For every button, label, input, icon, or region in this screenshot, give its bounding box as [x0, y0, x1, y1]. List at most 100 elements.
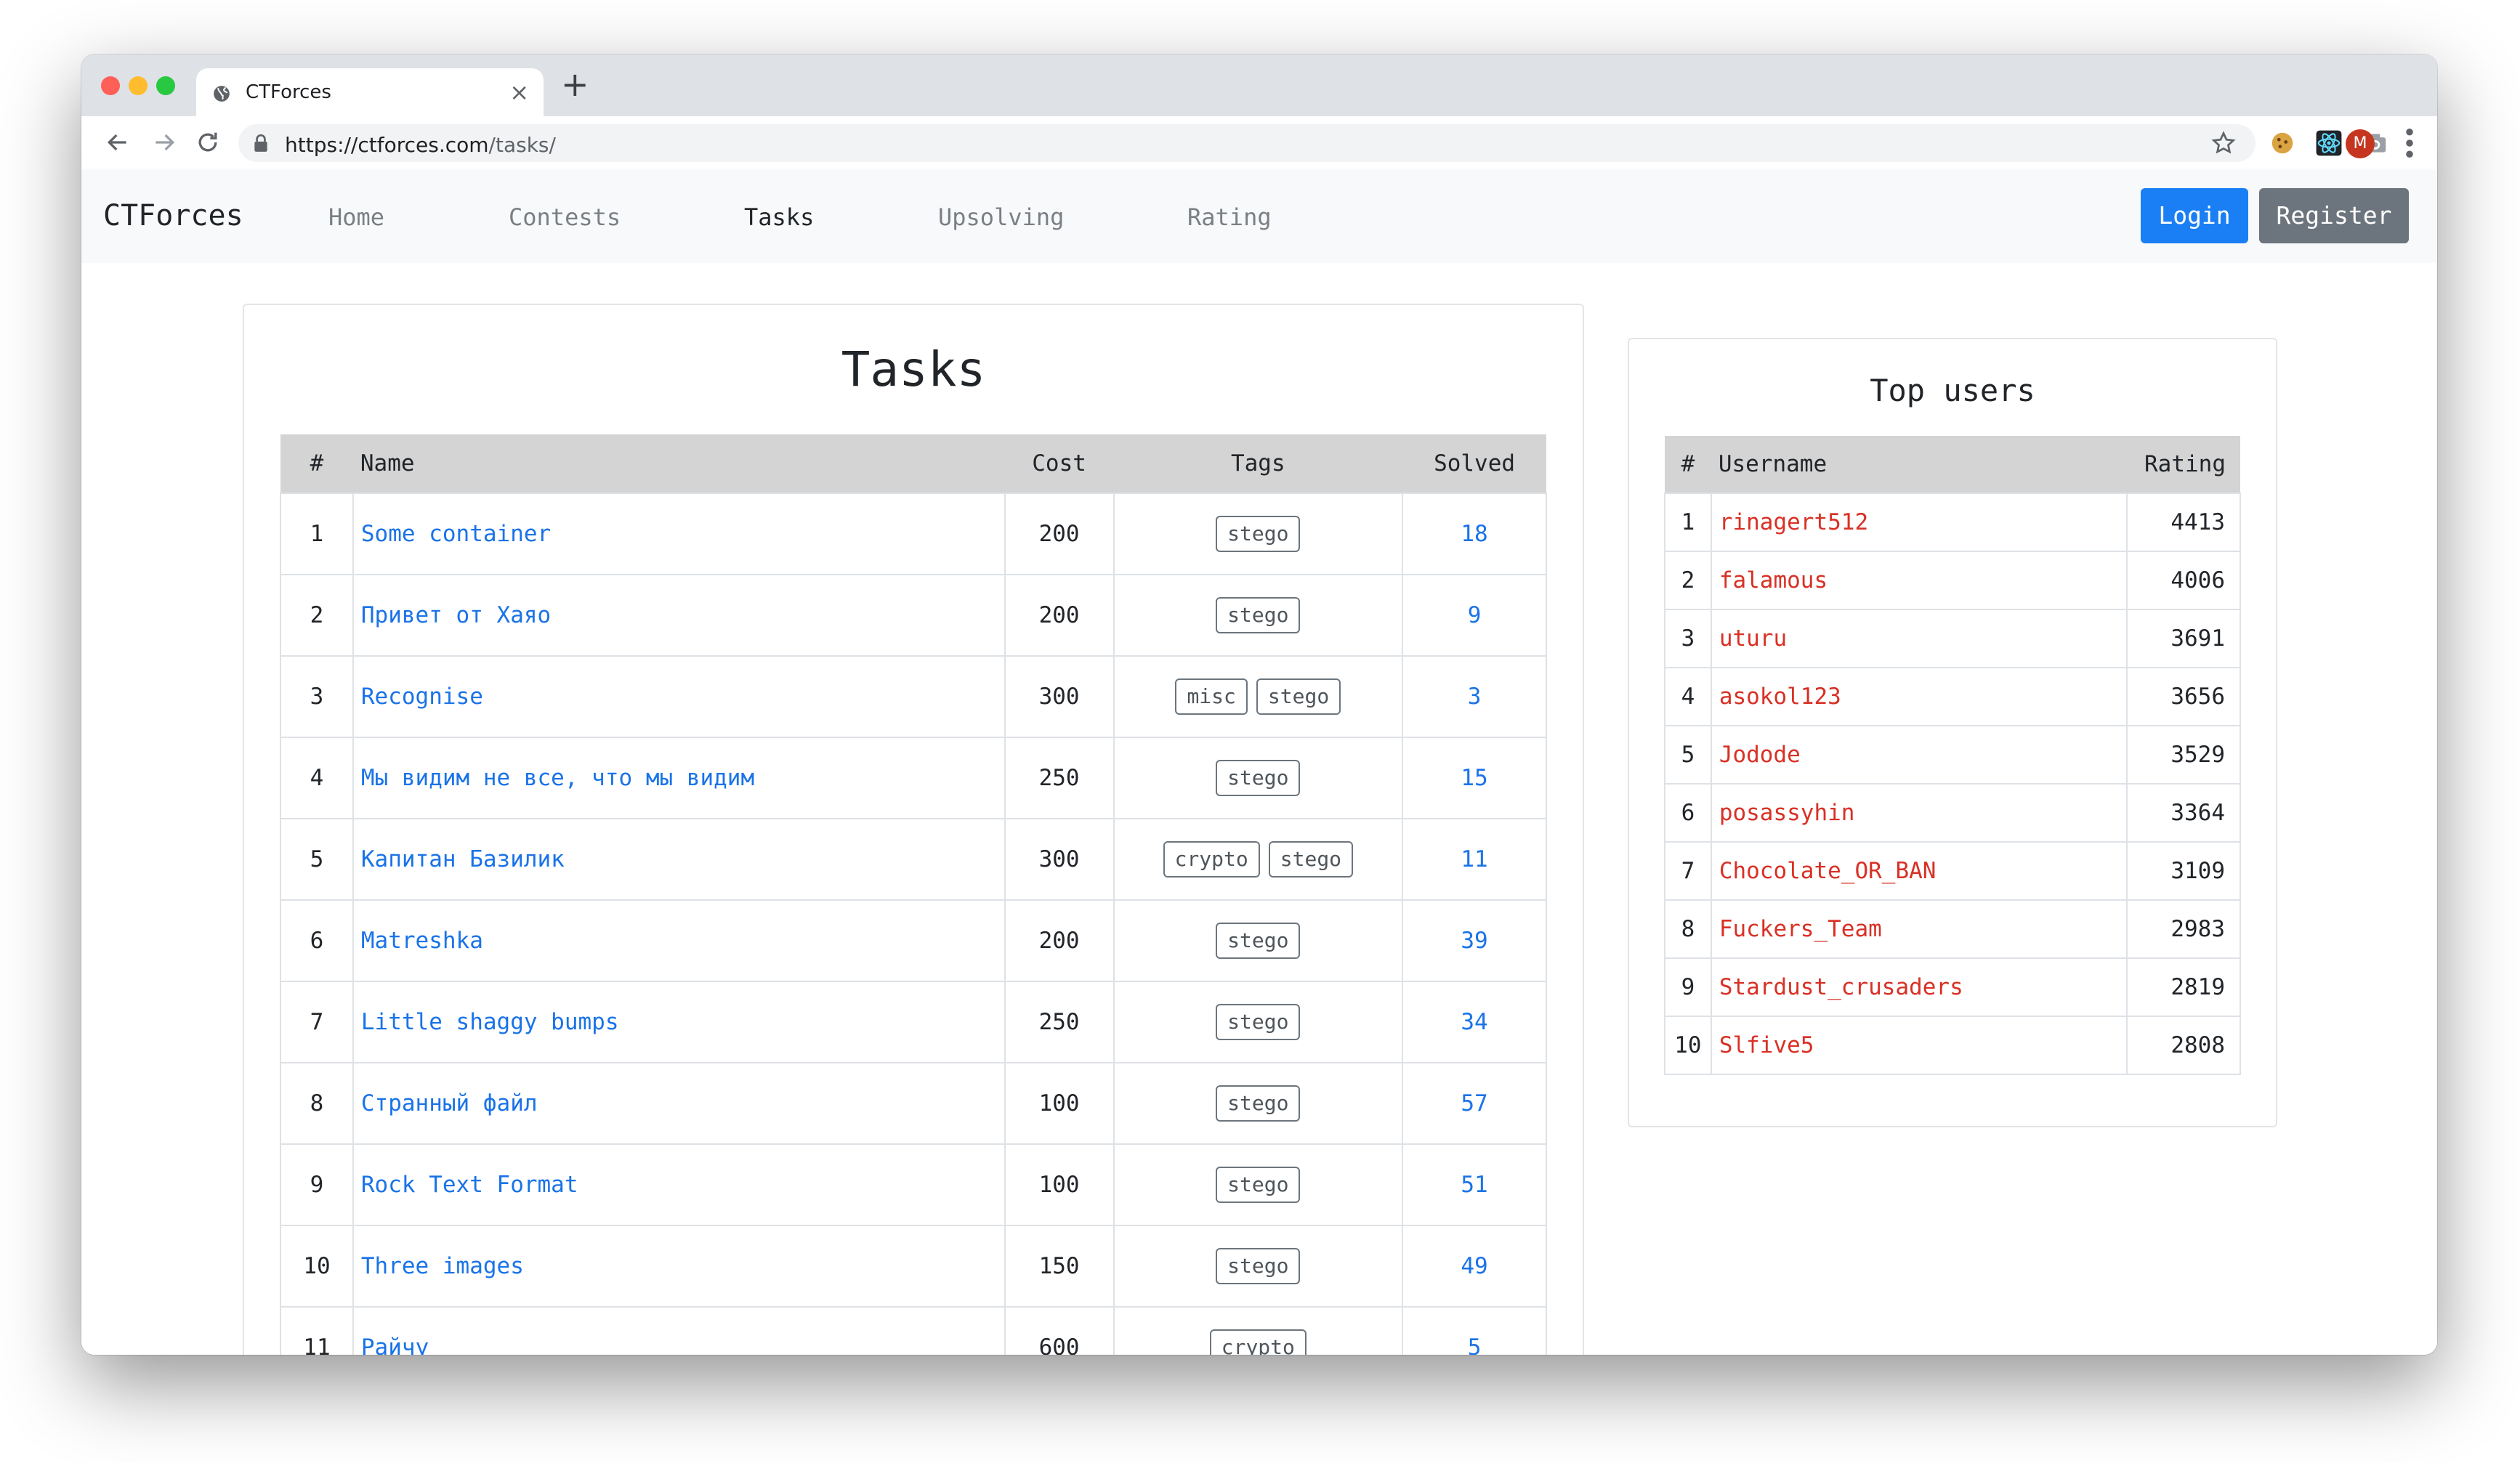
- task-link[interactable]: Recognise: [361, 684, 483, 710]
- cookie-extension-icon[interactable]: [2269, 129, 2296, 157]
- task-link[interactable]: Райчу: [361, 1334, 429, 1355]
- task-cost: 250: [1003, 981, 1115, 1063]
- task-solved-link[interactable]: 51: [1461, 1172, 1487, 1198]
- address-bar[interactable]: https://ctforces.com/tasks/: [238, 124, 2256, 162]
- task-solved-link[interactable]: 57: [1461, 1090, 1487, 1116]
- tag-badge[interactable]: crypto: [1209, 1329, 1307, 1355]
- tag-badge[interactable]: stego: [1216, 1004, 1301, 1040]
- task-link[interactable]: Matreshka: [361, 928, 483, 954]
- user-rating: 3691: [2126, 609, 2241, 668]
- task-link[interactable]: Rock Text Format: [361, 1172, 578, 1198]
- task-link[interactable]: Капитан Базилик: [361, 846, 565, 872]
- tag-badge[interactable]: stego: [1216, 597, 1301, 633]
- back-button[interactable]: [103, 128, 132, 157]
- task-cost: 300: [1003, 818, 1115, 901]
- user-link[interactable]: uturu: [1719, 625, 1787, 652]
- task-link[interactable]: Мы видим не все, что мы видим: [361, 765, 754, 791]
- user-rank: 5: [1664, 725, 1712, 785]
- username-cell: Fuckers_Team: [1710, 899, 2128, 959]
- task-cost: 150: [1003, 1225, 1115, 1308]
- task-solved-link[interactable]: 39: [1461, 928, 1487, 954]
- user-link[interactable]: posassyhin: [1719, 800, 1855, 826]
- tag-badge[interactable]: stego: [1216, 760, 1301, 796]
- user-rank: 3: [1664, 609, 1712, 668]
- url-host: https://ctforces.com: [285, 133, 489, 157]
- users-header-row: # Username Rating: [1665, 436, 2240, 493]
- top-users-table: # Username Rating 1 rinagert512 4413 2 falam…: [1664, 436, 2241, 1075]
- tag-badge[interactable]: stego: [1256, 678, 1341, 715]
- table-row: 11 Райчу 600 crypto 5: [280, 1306, 1547, 1355]
- user-link[interactable]: Jodode: [1719, 742, 1801, 768]
- username-cell: Chocolate_OR_BAN: [1710, 841, 2128, 901]
- task-cost: 200: [1003, 899, 1115, 982]
- new-tab-button[interactable]: +: [561, 65, 589, 103]
- table-row: 10 Three images 150 stego 49: [280, 1225, 1547, 1308]
- table-row: 2 Привет от Хаяо 200 stego 9: [280, 574, 1547, 657]
- browser-tab[interactable]: CTForces ×: [196, 68, 544, 116]
- bookmark-star-icon[interactable]: [2210, 130, 2237, 156]
- profile-avatar[interactable]: M: [2346, 129, 2375, 158]
- username-cell: Stardust_crusaders: [1710, 957, 2128, 1017]
- browser-window: CTForces × + https://ctforces.com/tasks/…: [81, 54, 2437, 1355]
- user-link[interactable]: asokol123: [1719, 684, 1841, 710]
- tag-badge[interactable]: stego: [1216, 516, 1301, 552]
- nav-contests[interactable]: Contests: [509, 203, 621, 231]
- site-brand[interactable]: CTForces: [103, 199, 243, 232]
- user-rank: 8: [1664, 899, 1712, 959]
- tag-badge[interactable]: stego: [1216, 923, 1301, 959]
- user-link[interactable]: Slfive5: [1719, 1032, 1814, 1058]
- user-link[interactable]: falamous: [1719, 567, 1828, 593]
- nav-home[interactable]: Home: [328, 203, 384, 231]
- user-link[interactable]: rinagert512: [1719, 509, 1868, 535]
- user-rating: 2983: [2126, 899, 2241, 959]
- task-number: 6: [280, 899, 354, 982]
- tasks-header-row: # Name Cost Tags Solved: [280, 434, 1546, 493]
- task-solved-link[interactable]: 34: [1461, 1009, 1487, 1035]
- task-tags-cell: misc stego: [1112, 655, 1404, 738]
- nav-upsolving[interactable]: Upsolving: [938, 203, 1064, 231]
- task-solved-link[interactable]: 11: [1461, 846, 1487, 872]
- task-name-cell: Странный файл: [352, 1062, 1006, 1145]
- user-rating: 4006: [2126, 551, 2241, 610]
- login-button[interactable]: Login: [2141, 188, 2248, 243]
- table-row: 6 Matreshka 200 stego 39: [280, 899, 1547, 982]
- react-devtools-icon[interactable]: [2315, 129, 2343, 157]
- task-solved-link[interactable]: 9: [1468, 602, 1482, 628]
- col-rank: #: [1665, 436, 1711, 493]
- tab-close-icon[interactable]: ×: [509, 78, 529, 106]
- task-solved-link[interactable]: 5: [1468, 1334, 1482, 1355]
- task-link[interactable]: Привет от Хаяо: [361, 602, 551, 628]
- close-window-button[interactable]: [101, 76, 120, 95]
- task-number: 2: [280, 574, 354, 657]
- table-row: 10 Slfive5 2808: [1664, 1016, 2241, 1075]
- task-solved-link[interactable]: 49: [1461, 1253, 1487, 1279]
- task-solved-link[interactable]: 15: [1461, 765, 1487, 791]
- task-link[interactable]: Странный файл: [361, 1090, 538, 1116]
- task-link[interactable]: Three images: [361, 1253, 524, 1279]
- task-solved-cell: 39: [1402, 899, 1547, 982]
- forward-button[interactable]: [150, 128, 179, 157]
- user-link[interactable]: Stardust_crusaders: [1719, 974, 1963, 1000]
- reload-button[interactable]: [193, 128, 222, 157]
- task-number: 5: [280, 818, 354, 901]
- task-link[interactable]: Some container: [361, 521, 551, 547]
- task-solved-link[interactable]: 3: [1468, 684, 1482, 710]
- tag-badge[interactable]: stego: [1216, 1085, 1301, 1122]
- user-link[interactable]: Fuckers_Team: [1719, 916, 1882, 942]
- tag-badge[interactable]: stego: [1216, 1167, 1301, 1203]
- maximize-window-button[interactable]: [156, 76, 175, 95]
- task-link[interactable]: Little shaggy bumps: [361, 1009, 619, 1035]
- minimize-window-button[interactable]: [129, 76, 148, 95]
- user-link[interactable]: Chocolate_OR_BAN: [1719, 858, 1937, 884]
- tag-badge[interactable]: stego: [1268, 841, 1354, 878]
- nav-tasks[interactable]: Tasks: [744, 203, 814, 231]
- tag-badge[interactable]: misc: [1175, 678, 1248, 715]
- register-button[interactable]: Register: [2259, 188, 2409, 243]
- task-cost: 200: [1003, 574, 1115, 657]
- task-cost: 100: [1003, 1062, 1115, 1145]
- nav-rating[interactable]: Rating: [1187, 203, 1272, 231]
- task-solved-link[interactable]: 18: [1461, 521, 1487, 547]
- tag-badge[interactable]: stego: [1216, 1248, 1301, 1284]
- more-vert-icon[interactable]: [2405, 128, 2414, 158]
- tag-badge[interactable]: crypto: [1163, 841, 1260, 878]
